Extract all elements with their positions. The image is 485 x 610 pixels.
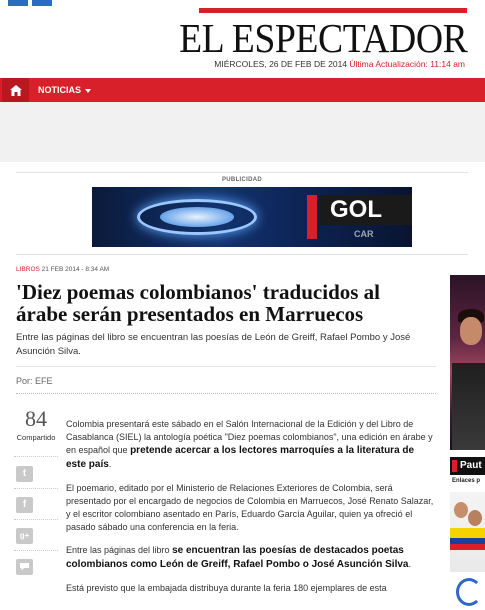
sidebar-promo-image-2[interactable] xyxy=(450,492,485,572)
paragraph: Colombia presentará este sábado en el Sa… xyxy=(66,419,433,470)
advertising-block: PUBLICIDAD GOL CAR xyxy=(16,172,468,255)
photo-shirt xyxy=(452,363,485,450)
main-nav: NOTICIAS xyxy=(0,78,485,102)
home-icon xyxy=(9,84,22,96)
stadium-light xyxy=(160,207,234,227)
sidebar-section-title: Paut xyxy=(460,460,482,471)
top-ad-area xyxy=(0,102,485,162)
photo-face xyxy=(460,317,482,345)
article-timestamp: 21 FEB 2014 - 8:34 AM xyxy=(41,266,110,273)
home-button[interactable] xyxy=(2,78,29,102)
nav-noticias[interactable]: NOTICIAS xyxy=(38,78,92,102)
sidebar-logo-icon[interactable] xyxy=(456,578,482,606)
social-icon[interactable] xyxy=(8,0,28,6)
site-logo[interactable]: EL ESPECTADOR xyxy=(179,14,468,62)
article-meta: LIBROS 21 FEB 2014 - 8:34 AM xyxy=(16,266,109,273)
banner-accent xyxy=(307,195,317,239)
publicidad-label: PUBLICIDAD xyxy=(222,177,262,183)
ad-banner[interactable]: GOL CAR xyxy=(92,187,412,247)
share-count: 84 xyxy=(25,406,47,431)
flag-stripe xyxy=(450,544,485,550)
social-icon[interactable] xyxy=(32,0,52,6)
facebook-icon[interactable]: f xyxy=(16,497,33,513)
photo-person xyxy=(454,502,468,518)
sidebar-accent xyxy=(452,460,457,472)
masthead: EL ESPECTADOR MIÉRCOLES, 26 DE FEB DE 20… xyxy=(179,8,467,70)
byline-author: Por: EFE xyxy=(16,376,53,386)
google-plus-icon[interactable]: g+ xyxy=(16,528,33,544)
article-headline: 'Diez poemas colombianos' traducidos al … xyxy=(16,280,381,326)
share-divider xyxy=(14,519,58,520)
last-update: Última Actualización: 11:14 am xyxy=(349,59,465,69)
comment-icon[interactable] xyxy=(16,559,33,575)
banner-sub: CAR xyxy=(354,229,374,239)
paragraph: Está previsto que la embajada distribuya… xyxy=(66,583,387,593)
section-link[interactable]: LIBROS xyxy=(16,266,40,273)
share-panel: 84 Compartido t f g+ xyxy=(14,406,58,575)
top-social-strip xyxy=(0,0,485,6)
paragraph: Entre las páginas del libro se encuentra… xyxy=(66,545,411,570)
article-summary: Entre las páginas del libro se encuentra… xyxy=(16,332,411,357)
banner-brand: GOL xyxy=(320,195,412,225)
dateline: MIÉRCOLES, 26 DE FEB DE 2014 Última Actu… xyxy=(214,59,465,69)
sidebar-promo-image[interactable] xyxy=(450,275,485,450)
photo-person xyxy=(468,510,482,526)
share-divider xyxy=(14,550,58,551)
twitter-icon[interactable]: t xyxy=(16,466,33,482)
byline: Por: EFE xyxy=(16,366,436,394)
chevron-down-icon xyxy=(85,88,92,93)
share-divider xyxy=(14,488,58,489)
sidebar-section-bar: Paut xyxy=(450,457,485,475)
share-divider xyxy=(14,456,58,457)
current-date: MIÉRCOLES, 26 DE FEB DE 2014 xyxy=(214,59,348,69)
paragraph: El poemario, editado por el Ministerio d… xyxy=(66,483,434,532)
article-body: Colombia presentará este sábado en el Sa… xyxy=(66,418,436,605)
sidebar-caption: Enlaces p xyxy=(452,478,481,484)
masthead-rule xyxy=(199,8,467,13)
flag-stripe xyxy=(450,528,485,538)
nav-noticias-label: NOTICIAS xyxy=(38,85,82,95)
share-label: Compartido xyxy=(16,433,56,442)
